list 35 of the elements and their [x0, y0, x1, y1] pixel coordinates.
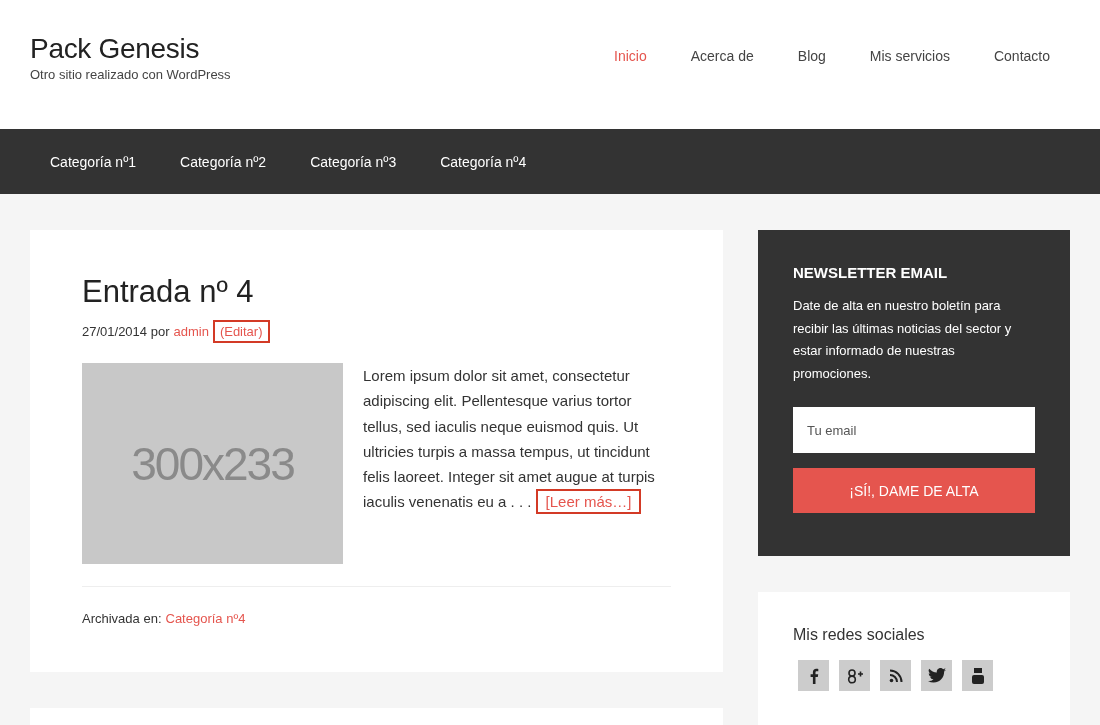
rss-icon: [888, 668, 903, 683]
video-icon: [970, 666, 985, 685]
author-link[interactable]: admin: [173, 324, 209, 339]
category-link[interactable]: Categoría nº4: [440, 153, 527, 170]
menu-link[interactable]: Inicio: [614, 48, 647, 64]
newsletter-text: Date de alta en nuestro boletín para recibir las últimas noticias del sector y estar informado de nuestras promociones.: [793, 297, 1013, 383]
google-plus-button[interactable]: [839, 660, 870, 691]
post-title[interactable]: Entrada nº 4: [82, 274, 671, 310]
filed-label: Archivada en:: [82, 611, 162, 626]
menu-link[interactable]: Contacto: [993, 48, 1050, 64]
bird-icon: [927, 668, 946, 683]
category-link[interactable]: Categoría nº4: [165, 611, 246, 626]
post-date: 27/01/2014 por: [82, 324, 170, 339]
email-field[interactable]: Tu email: [793, 407, 1035, 453]
subscribe-button[interactable]: ¡SÍ!, DAME DE ALTA: [793, 468, 1035, 513]
category-link[interactable]: Categoría nº3: [310, 153, 397, 170]
image-size-label: 300x233: [82, 363, 343, 564]
google-plus-icon: [845, 667, 864, 684]
menu-link[interactable]: Acerca de: [690, 48, 754, 64]
menu-link[interactable]: Mis servicios: [869, 48, 950, 64]
category-link[interactable]: Categoría nº2: [180, 153, 267, 170]
twitter-button[interactable]: [921, 660, 952, 691]
youtube-button[interactable]: [962, 660, 993, 691]
widget-title: NEWSLETTER EMAIL: [793, 264, 949, 281]
site-tagline: Otro sitio realizado con WordPress: [30, 67, 231, 82]
widget-title: Mis redes sociales: [793, 626, 926, 644]
menu-link[interactable]: Blog: [797, 48, 826, 64]
category-link[interactable]: Categoría nº1: [50, 153, 137, 170]
read-more-link[interactable]: [Leer más…]: [535, 489, 642, 515]
site-title[interactable]: Pack Genesis: [30, 33, 231, 65]
facebook-button[interactable]: [798, 660, 829, 691]
post-excerpt: Lorem ipsum dolor sit amet, consectetur adipiscing elit. Pellentesque varius tortor tellus, sed iaculis neque euismod quis. Ut ultricies turpis a massa tempus, ut tincidunt felis laoreet. Integer sit amet augue at turpis iaculis venenatis eu a . . . [Leer más…]: [363, 363, 663, 564]
edit-link[interactable]: (Editar): [212, 320, 270, 343]
facebook-icon: [808, 667, 819, 684]
rss-button[interactable]: [880, 660, 911, 691]
